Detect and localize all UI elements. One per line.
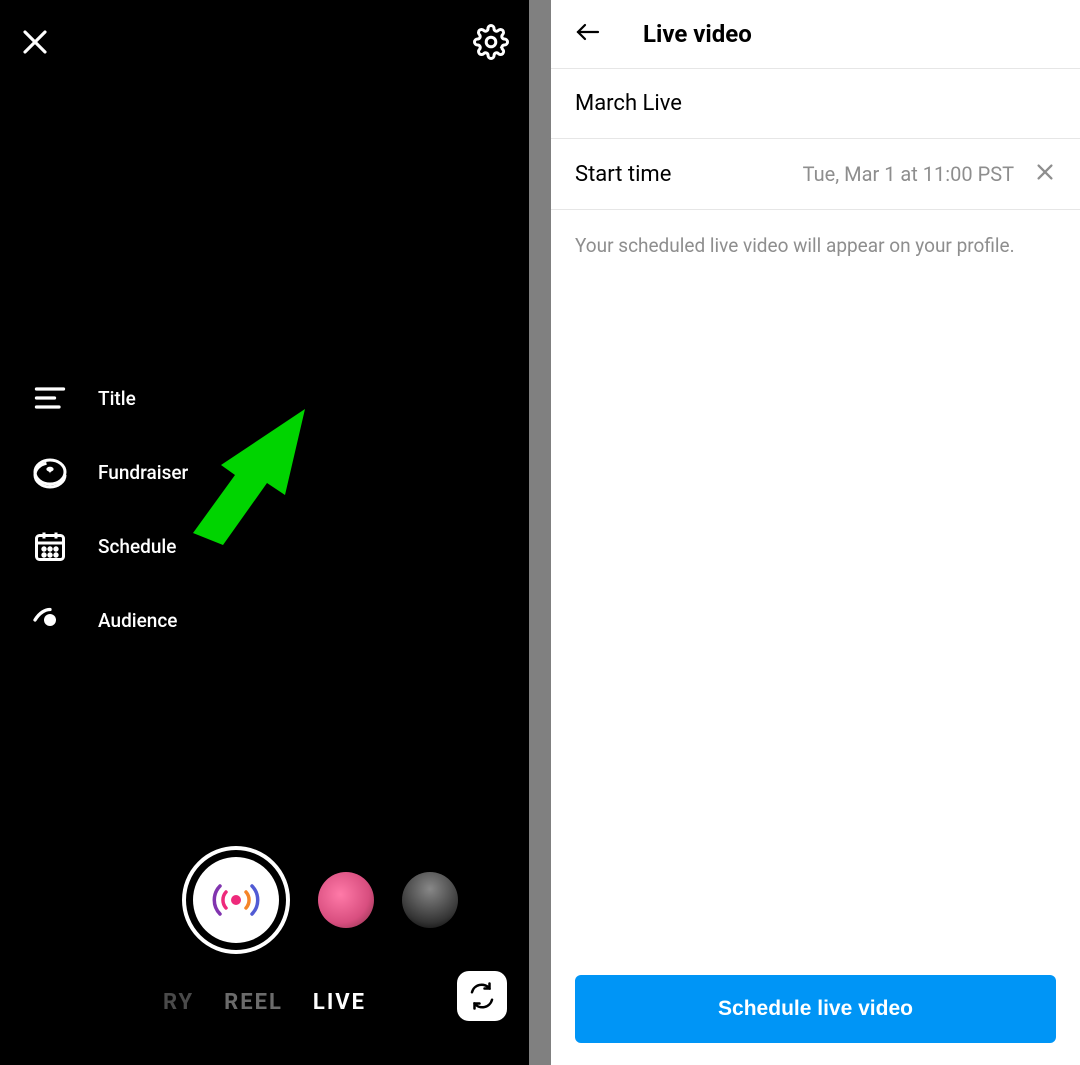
schedule-button-wrap: Schedule live video (551, 955, 1080, 1065)
close-icon[interactable] (20, 27, 50, 61)
option-fundraiser-label: Fundraiser (98, 461, 188, 484)
page-title: Live video (643, 20, 752, 48)
option-fundraiser[interactable]: Fundraiser (32, 454, 188, 490)
left-top-bar (0, 0, 529, 88)
mode-tab-story-partial[interactable]: RY (163, 990, 194, 1015)
annotation-arrow (175, 405, 335, 569)
start-time-right: Tue, Mar 1 at 11:00 PST (803, 161, 1056, 187)
schedule-live-panel: Live video March Live Start time Tue, Ma… (551, 0, 1080, 1065)
option-schedule-label: Schedule (98, 535, 176, 558)
option-audience[interactable]: Audience (32, 602, 188, 638)
camera-live-panel: Title Fundraiser (0, 0, 529, 1065)
eye-icon (32, 602, 68, 638)
event-title-value: March Live (575, 91, 682, 116)
live-options-list: Title Fundraiser (32, 380, 188, 638)
settings-gear-icon[interactable] (473, 24, 509, 64)
schedule-live-video-button[interactable]: Schedule live video (575, 975, 1056, 1043)
mode-tab-reel[interactable]: REEL (224, 990, 283, 1015)
panel-divider (529, 0, 551, 1065)
option-audience-label: Audience (98, 609, 177, 632)
schedule-hint-text: Your scheduled live video will appear on… (551, 210, 1080, 281)
mode-tabs: RY REEL LIVE (0, 990, 529, 1065)
start-time-row[interactable]: Start time Tue, Mar 1 at 11:00 PST (551, 139, 1080, 210)
filter-thumbnail-1[interactable] (318, 872, 374, 928)
filter-thumbnail-2[interactable] (402, 872, 458, 928)
calendar-icon (32, 528, 68, 564)
event-title-field[interactable]: March Live (551, 68, 1080, 139)
mode-tab-live[interactable]: LIVE (313, 990, 366, 1015)
start-time-value: Tue, Mar 1 at 11:00 PST (803, 162, 1014, 186)
fundraiser-icon (32, 454, 68, 490)
right-header: Live video (551, 0, 1080, 68)
title-icon (32, 380, 68, 416)
spacer (551, 281, 1080, 955)
bottom-controls: RY REEL LIVE (0, 846, 529, 1065)
flip-camera-button[interactable] (457, 971, 507, 1021)
back-arrow-icon[interactable] (573, 20, 603, 48)
start-time-label: Start time (575, 162, 671, 187)
option-title-label: Title (98, 387, 136, 410)
clear-time-icon[interactable] (1034, 161, 1056, 187)
filter-row (72, 846, 458, 954)
option-title[interactable]: Title (32, 380, 188, 416)
go-live-button[interactable] (182, 846, 290, 954)
option-schedule[interactable]: Schedule (32, 528, 188, 564)
